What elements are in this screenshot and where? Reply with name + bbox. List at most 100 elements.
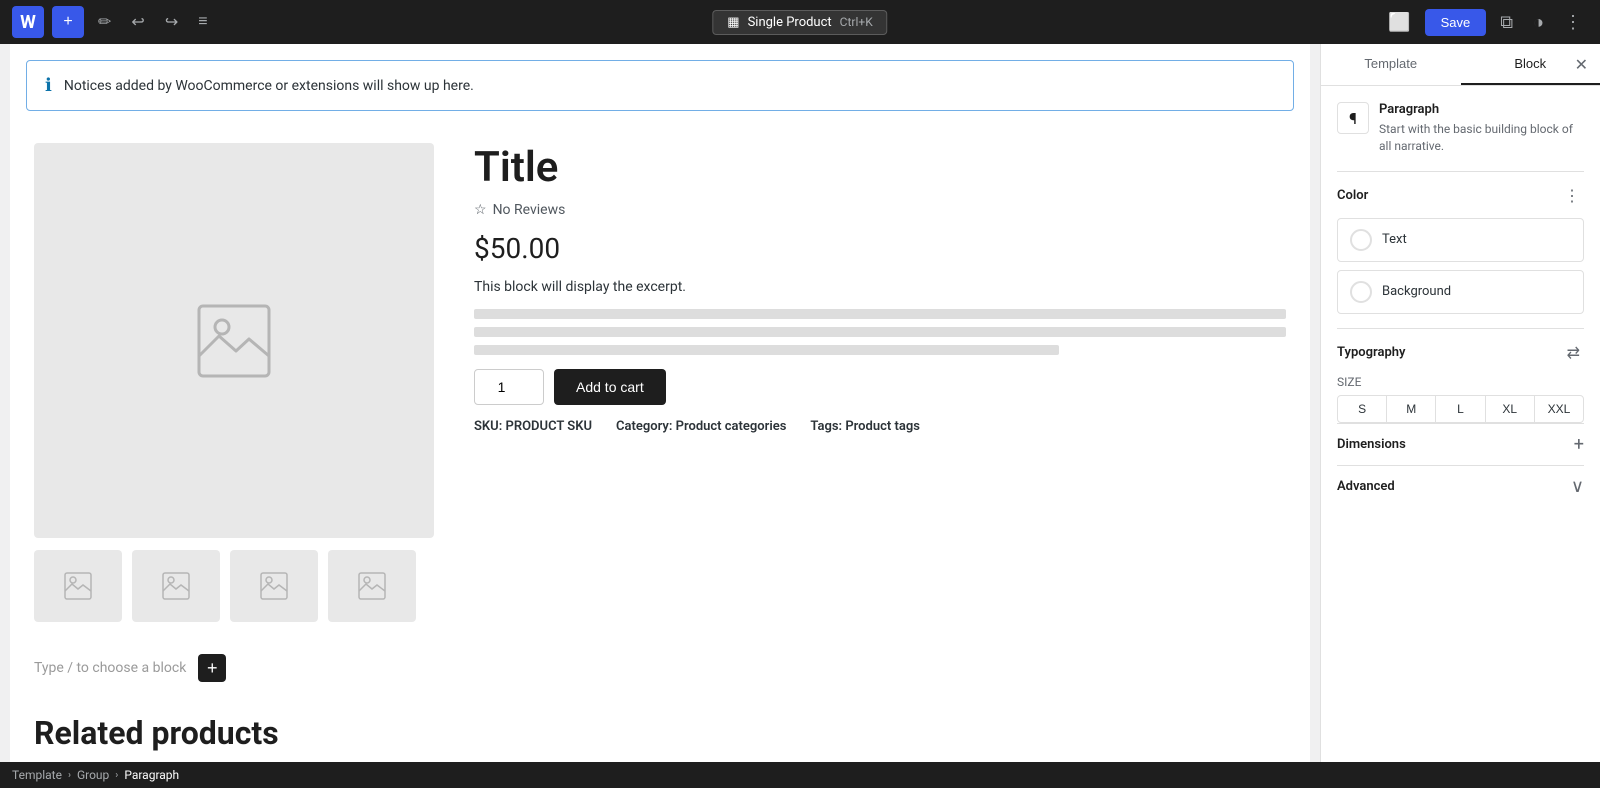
category-label: Category:: [616, 419, 672, 434]
typography-more-button[interactable]: ⇄: [1563, 343, 1584, 363]
save-button[interactable]: Save: [1425, 9, 1487, 36]
star-icon: ☆: [474, 202, 487, 218]
product-excerpt: This block will display the excerpt.: [474, 279, 1286, 295]
breadcrumb-paragraph[interactable]: Paragraph: [124, 768, 179, 782]
info-icon: ℹ: [45, 75, 52, 96]
breadcrumb-template[interactable]: Template: [12, 768, 62, 782]
close-sidebar-button[interactable]: ✕: [1571, 51, 1592, 79]
reviews-text: No Reviews: [493, 202, 566, 218]
settings-button[interactable]: ⋮: [1558, 6, 1588, 39]
template-shortcut: Ctrl+K: [840, 15, 873, 29]
text-color-circle: [1350, 229, 1372, 251]
product-info: Title ☆ No Reviews $50.00 This block wil…: [474, 143, 1286, 622]
tab-template[interactable]: Template: [1321, 44, 1461, 85]
size-label: SIZE: [1337, 375, 1584, 389]
size-buttons: S M L XL XXL: [1337, 395, 1584, 423]
right-sidebar: Template Block ✕ ¶ Paragraph Start with …: [1320, 44, 1600, 762]
contrast-button[interactable]: ◑: [1527, 6, 1550, 39]
category-meta: Category: Product categories: [616, 419, 786, 434]
color-more-button[interactable]: ⋮: [1560, 186, 1584, 206]
product-reviews: ☆ No Reviews: [474, 202, 1286, 218]
redo-button[interactable]: ↪: [159, 6, 184, 38]
add-block-button[interactable]: +: [52, 6, 84, 38]
add-to-cart-button[interactable]: Add to cart: [554, 369, 666, 405]
loading-bar-2: [474, 327, 1286, 337]
template-icon: ▦: [727, 15, 739, 30]
divider-1: [1337, 171, 1584, 172]
block-description: Start with the basic building block of a…: [1379, 121, 1584, 155]
background-color-circle: [1350, 281, 1372, 303]
sku-value: PRODUCT SKU: [506, 419, 593, 434]
add-block-placeholder: Type / to choose a block: [34, 660, 186, 676]
notice-text: Notices added by WooCommerce or extensio…: [64, 78, 474, 94]
paragraph-icon: ¶: [1337, 102, 1369, 134]
color-options: Text Background: [1337, 218, 1584, 314]
advanced-section[interactable]: Advanced ∨: [1337, 465, 1584, 507]
wp-logo[interactable]: W: [12, 6, 44, 38]
size-s-button[interactable]: S: [1338, 396, 1387, 422]
thumbnail-2[interactable]: [132, 550, 220, 622]
add-block-button-inline[interactable]: +: [198, 654, 226, 682]
add-block-row: Type / to choose a block +: [10, 638, 1310, 698]
product-price: $50.00: [474, 232, 1286, 265]
editor-canvas: ℹ Notices added by WooCommerce or extens…: [10, 44, 1310, 762]
related-products-title: Related products: [34, 714, 1286, 752]
product-title: Title: [474, 143, 1286, 192]
color-section-title: Color: [1337, 188, 1368, 203]
breadcrumb-group[interactable]: Group: [77, 768, 109, 782]
size-m-button[interactable]: M: [1387, 396, 1436, 422]
tags-meta: Tags: Product tags: [810, 419, 920, 434]
product-layout: Title ☆ No Reviews $50.00 This block wil…: [10, 127, 1310, 638]
tags-value: Product tags: [845, 419, 920, 434]
edit-button[interactable]: ✏: [92, 6, 117, 38]
loading-bar-3: [474, 345, 1059, 355]
thumbnail-4[interactable]: [328, 550, 416, 622]
sidebar-content: ¶ Paragraph Start with the basic buildin…: [1321, 86, 1600, 523]
typography-section: Typography ⇄ SIZE S M L XL XXL: [1337, 343, 1584, 423]
thumbnail-row: [34, 550, 434, 622]
breadcrumb-sep-1: ›: [68, 770, 71, 781]
product-images: [34, 143, 434, 622]
template-selector[interactable]: ▦ Single Product Ctrl+K: [712, 10, 887, 35]
background-color-label: Background: [1382, 284, 1451, 299]
layout-button[interactable]: ⧉: [1494, 6, 1519, 39]
content-area: ℹ Notices added by WooCommerce or extens…: [0, 44, 1320, 762]
template-name: Single Product: [748, 15, 832, 30]
text-color-option[interactable]: Text: [1337, 218, 1584, 262]
block-title: Paragraph: [1379, 102, 1584, 117]
main-layout: ℹ Notices added by WooCommerce or extens…: [0, 44, 1600, 762]
dimensions-expand-icon: +: [1574, 434, 1584, 455]
add-to-cart-row: Add to cart: [474, 369, 1286, 405]
size-xxl-button[interactable]: XXL: [1535, 396, 1583, 422]
breadcrumb-sep-2: ›: [115, 770, 118, 781]
sku-label: SKU:: [474, 419, 502, 434]
more-options-button[interactable]: ≡: [192, 7, 213, 37]
thumbnail-3[interactable]: [230, 550, 318, 622]
typography-section-header: Typography ⇄: [1337, 343, 1584, 363]
category-value: Product categories: [676, 419, 787, 434]
advanced-expand-icon: ∨: [1571, 476, 1584, 497]
main-product-image: [34, 143, 434, 538]
dimensions-title: Dimensions: [1337, 437, 1406, 452]
size-xl-button[interactable]: XL: [1486, 396, 1535, 422]
template-selector-area: ▦ Single Product Ctrl+K: [712, 10, 887, 35]
typography-section-title: Typography: [1337, 345, 1406, 360]
quantity-input[interactable]: [474, 369, 544, 405]
block-header: ¶ Paragraph Start with the basic buildin…: [1337, 102, 1584, 155]
divider-2: [1337, 328, 1584, 329]
text-color-label: Text: [1382, 232, 1407, 247]
size-l-button[interactable]: L: [1436, 396, 1485, 422]
related-products: Related products: [10, 698, 1310, 762]
undo-button[interactable]: ↩: [125, 6, 150, 38]
advanced-title: Advanced: [1337, 479, 1395, 494]
notice-bar: ℹ Notices added by WooCommerce or extens…: [26, 60, 1294, 111]
toolbar-right: ⬜ Save ⧉ ◑ ⋮: [1382, 6, 1588, 39]
toolbar: W + ✏ ↩ ↪ ≡ ▦ Single Product Ctrl+K ⬜ Sa…: [0, 0, 1600, 44]
bottom-bar: Template › Group › Paragraph: [0, 762, 1600, 788]
background-color-option[interactable]: Background: [1337, 270, 1584, 314]
dimensions-section[interactable]: Dimensions +: [1337, 423, 1584, 465]
sidebar-tabs: Template Block ✕: [1321, 44, 1600, 86]
devices-button[interactable]: ⬜: [1382, 6, 1416, 39]
thumbnail-1[interactable]: [34, 550, 122, 622]
tags-label: Tags:: [810, 419, 842, 434]
